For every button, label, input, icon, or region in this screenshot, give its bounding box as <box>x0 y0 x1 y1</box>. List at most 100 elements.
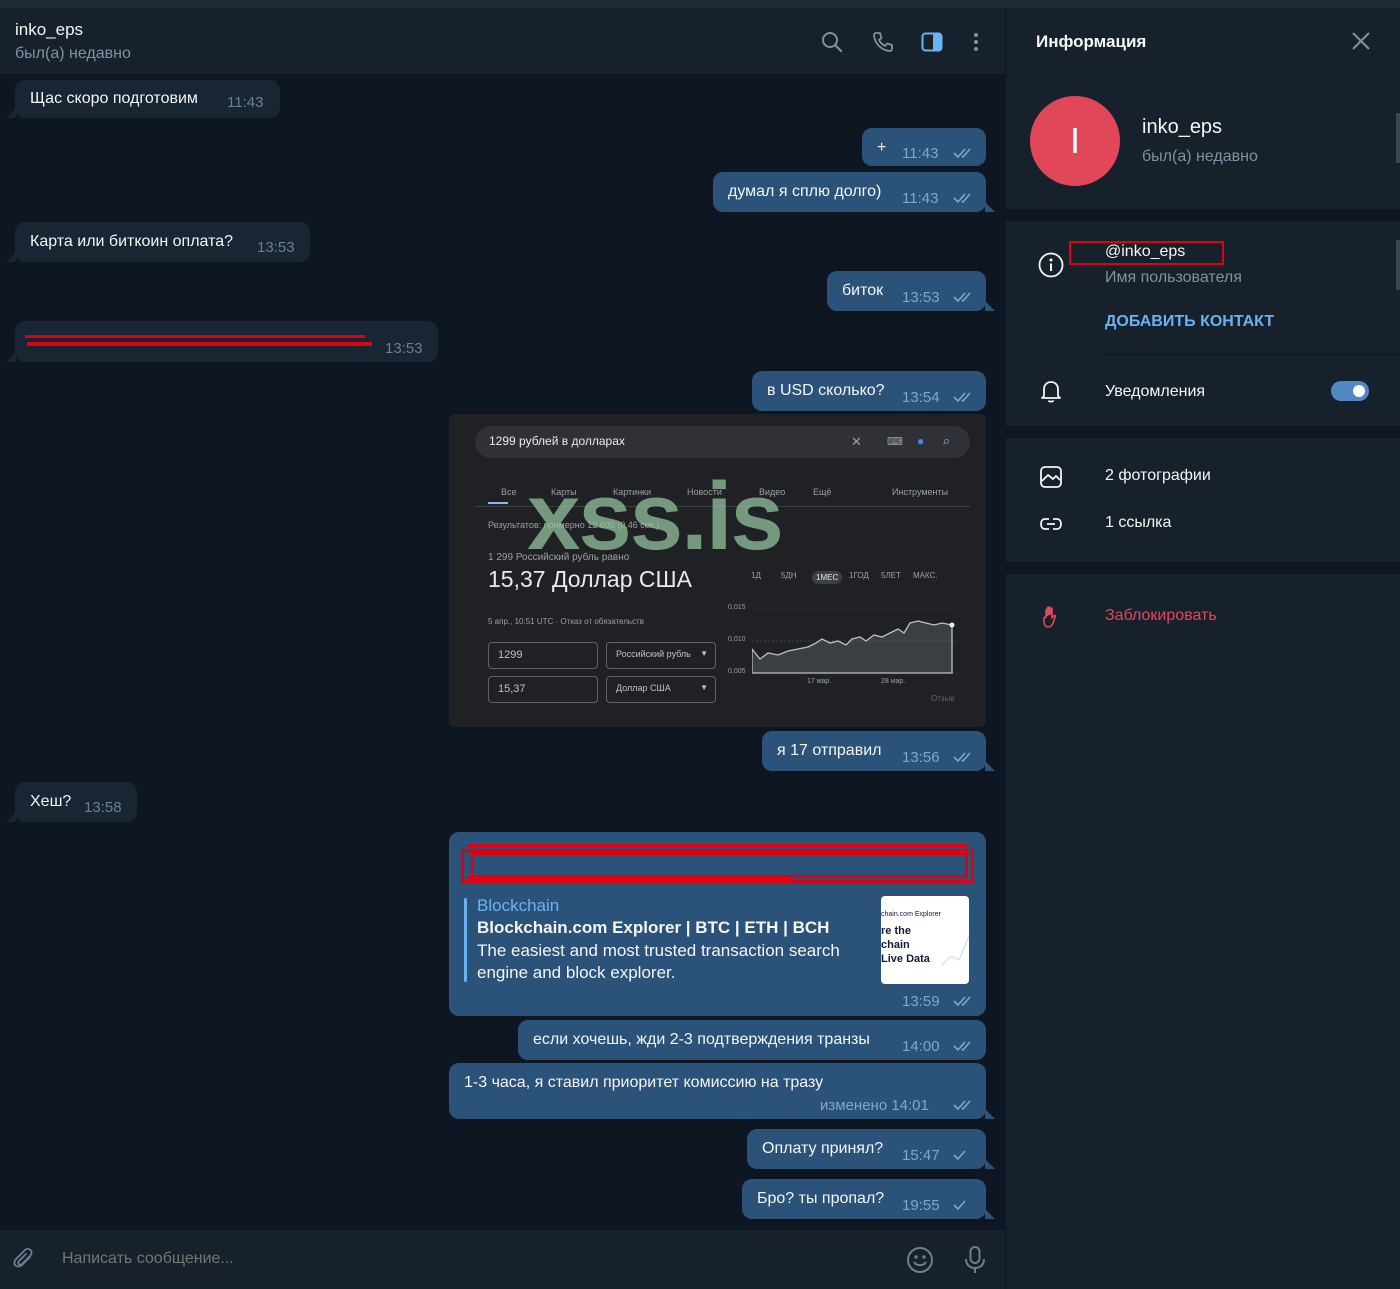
read-ticks-icon <box>953 148 971 159</box>
image-chevron-icon: ▼ <box>700 649 708 658</box>
phone-icon[interactable] <box>871 30 895 54</box>
screenshot-image-message[interactable]: 1299 рублей в долларах ✕ ⌨ ● ⌕ Все Карты… <box>449 414 986 727</box>
message-outgoing[interactable]: Оплату принял? 15:47 <box>747 1129 986 1169</box>
section-divider <box>1006 426 1400 438</box>
redaction-mark <box>467 844 967 847</box>
message-text: если хочешь, жди 2-3 подтверждения транз… <box>533 1031 870 1048</box>
message-incoming[interactable]: Карта или биткоин оплата? 13:53 <box>15 222 310 262</box>
section-divider <box>1006 209 1400 221</box>
profile-status: был(а) недавно <box>1142 148 1258 165</box>
message-time: 13:53 <box>902 289 940 306</box>
bubble-tail <box>6 108 16 118</box>
image-range: МАКС. <box>913 571 938 580</box>
photos-link[interactable]: 2 фотографии <box>1105 467 1211 485</box>
microphone-icon[interactable] <box>962 1245 988 1275</box>
thumbnail-headline: re the chain Live Data <box>881 925 930 965</box>
bubble-tail <box>985 761 995 771</box>
link-preview-title[interactable]: Blockchain.com Explorer | BTC | ETH | BC… <box>477 918 829 938</box>
message-text: 1-3 часа, я ставил приоритет комиссию на… <box>464 1074 824 1091</box>
message-composer <box>0 1230 1005 1289</box>
message-outgoing[interactable]: в USD сколько? 13:54 <box>752 371 986 411</box>
redaction-box <box>1069 241 1224 265</box>
message-time: 13:53 <box>257 239 295 256</box>
chat-area: inko_eps был(а) недавно Щас скоро подгот… <box>0 8 1005 1289</box>
message-text: думал я сплю долго) <box>728 183 882 200</box>
image-tools: Инструменты <box>892 487 949 497</box>
row-divider <box>1105 354 1400 355</box>
message-outgoing[interactable]: если хочешь, жди 2-3 подтверждения транз… <box>518 1020 986 1060</box>
thumbnail-caption: chain.com Explorer <box>881 911 941 918</box>
image-x-tick: 17 мар. <box>807 678 832 685</box>
image-search-bar: 1299 рублей в долларах ✕ ⌨ ● ⌕ <box>475 426 970 458</box>
message-outgoing[interactable]: думал я сплю долго) 11:43 <box>713 172 986 212</box>
image-amount-to: 15,37 <box>488 676 598 703</box>
avatar[interactable]: I <box>1030 96 1120 186</box>
peer-name[interactable]: inko_eps <box>15 20 83 40</box>
message-text: + <box>877 139 887 156</box>
redaction-box <box>471 852 968 878</box>
message-outgoing-link[interactable]: Blockchain Blockchain.com Explorer | BTC… <box>449 832 986 1016</box>
redaction-mark <box>27 342 372 346</box>
bubble-tail <box>985 202 995 212</box>
image-range: 5ЛЕТ <box>881 571 901 580</box>
message-text: Карта или биткоин оплата? <box>30 233 234 250</box>
bubble-tail <box>985 1109 995 1119</box>
message-time: 13:56 <box>902 749 940 766</box>
panel-title: Информация <box>1036 32 1147 51</box>
toggle-knob <box>1351 383 1367 399</box>
add-contact-button[interactable]: ДОБАВИТЬ КОНТАКТ <box>1105 313 1274 331</box>
links-link[interactable]: 1 ссылка <box>1105 514 1171 532</box>
image-tab: Все <box>501 487 517 497</box>
read-ticks-icon <box>953 1041 971 1052</box>
watermark: xss.is <box>527 463 784 570</box>
image-amount-from: 1299 <box>488 642 598 669</box>
read-ticks-icon <box>953 392 971 403</box>
close-icon[interactable] <box>1350 30 1372 52</box>
link-preview-thumbnail[interactable]: chain.com Explorer re the chain Live Dat… <box>881 896 969 984</box>
sent-tick-icon <box>953 1200 966 1211</box>
message-time: 13:59 <box>902 993 940 1010</box>
read-ticks-icon <box>953 193 971 204</box>
message-outgoing[interactable]: + 11:43 <box>862 128 986 166</box>
message-incoming-redacted[interactable]: 13:53 <box>15 321 438 362</box>
message-outgoing[interactable]: 1-3 часа, я ставил приоритет комиссию на… <box>449 1063 986 1119</box>
image-range: 5ДН <box>781 571 797 580</box>
emoji-icon[interactable] <box>906 1246 934 1274</box>
more-menu-icon[interactable] <box>964 30 988 54</box>
image-feedback: Отзыв <box>931 694 955 703</box>
info-icon <box>1038 252 1064 278</box>
window-top-strip <box>0 0 1400 8</box>
message-text: биток <box>842 282 884 299</box>
message-time: 15:47 <box>902 1147 940 1164</box>
bubble-tail <box>6 352 16 362</box>
message-time: 19:55 <box>902 1197 940 1214</box>
image-currency-from-label: Российский рубль <box>616 649 691 659</box>
message-text: Щас скоро подготовим <box>30 90 198 107</box>
read-ticks-icon <box>953 996 971 1007</box>
message-outgoing[interactable]: биток 13:53 <box>827 271 986 311</box>
image-range: 1Д <box>751 571 761 580</box>
block-user-button[interactable]: Заблокировать <box>1105 607 1217 625</box>
image-currency-from: Российский рубль ▼ <box>606 642 716 669</box>
link-preview-site[interactable]: Blockchain <box>477 896 559 916</box>
message-text: я 17 отправил <box>777 742 882 759</box>
message-incoming[interactable]: Хеш? 13:58 <box>15 782 137 822</box>
image-tab: Ещё <box>813 487 832 497</box>
message-time: 14:00 <box>902 1038 940 1055</box>
bubble-tail <box>985 1159 995 1169</box>
message-input[interactable] <box>60 1249 884 1269</box>
image-chevron-icon: ▼ <box>700 683 708 692</box>
image-rate-sparkline <box>752 609 957 674</box>
message-outgoing[interactable]: я 17 отправил 13:56 <box>762 731 986 771</box>
attach-icon[interactable] <box>11 1247 37 1273</box>
section-divider <box>1006 562 1400 574</box>
message-outgoing[interactable]: Бро? ты пропал? 19:55 <box>742 1179 986 1219</box>
redaction-mark <box>25 335 365 338</box>
image-search-icon: ⌕ <box>943 433 951 448</box>
sidebar-toggle-icon[interactable] <box>920 30 944 54</box>
message-incoming[interactable]: Щас скоро подготовим 11:43 <box>15 80 280 118</box>
block-hand-icon <box>1038 604 1064 630</box>
message-text: Бро? ты пропал? <box>757 1190 885 1207</box>
search-icon[interactable] <box>820 30 844 54</box>
notifications-toggle[interactable] <box>1331 381 1369 401</box>
